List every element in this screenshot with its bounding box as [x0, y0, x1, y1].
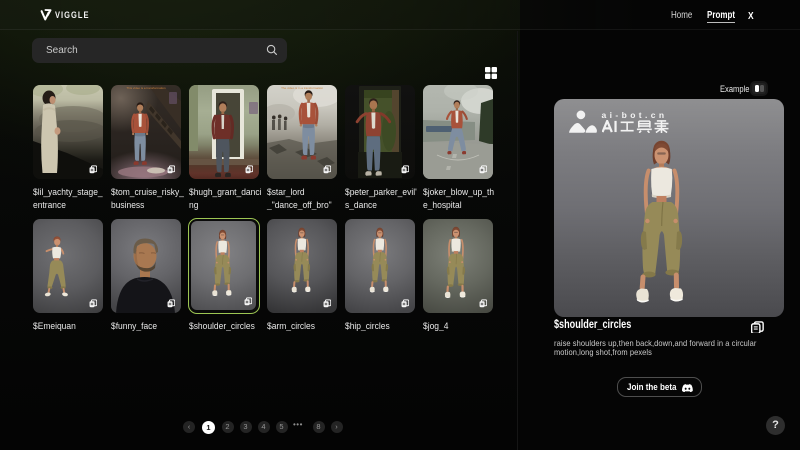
svg-text:This video is a transformation: This video is a transformation — [126, 86, 166, 90]
svg-text:The video is in a transformati: The video is in a transformation — [281, 86, 323, 90]
